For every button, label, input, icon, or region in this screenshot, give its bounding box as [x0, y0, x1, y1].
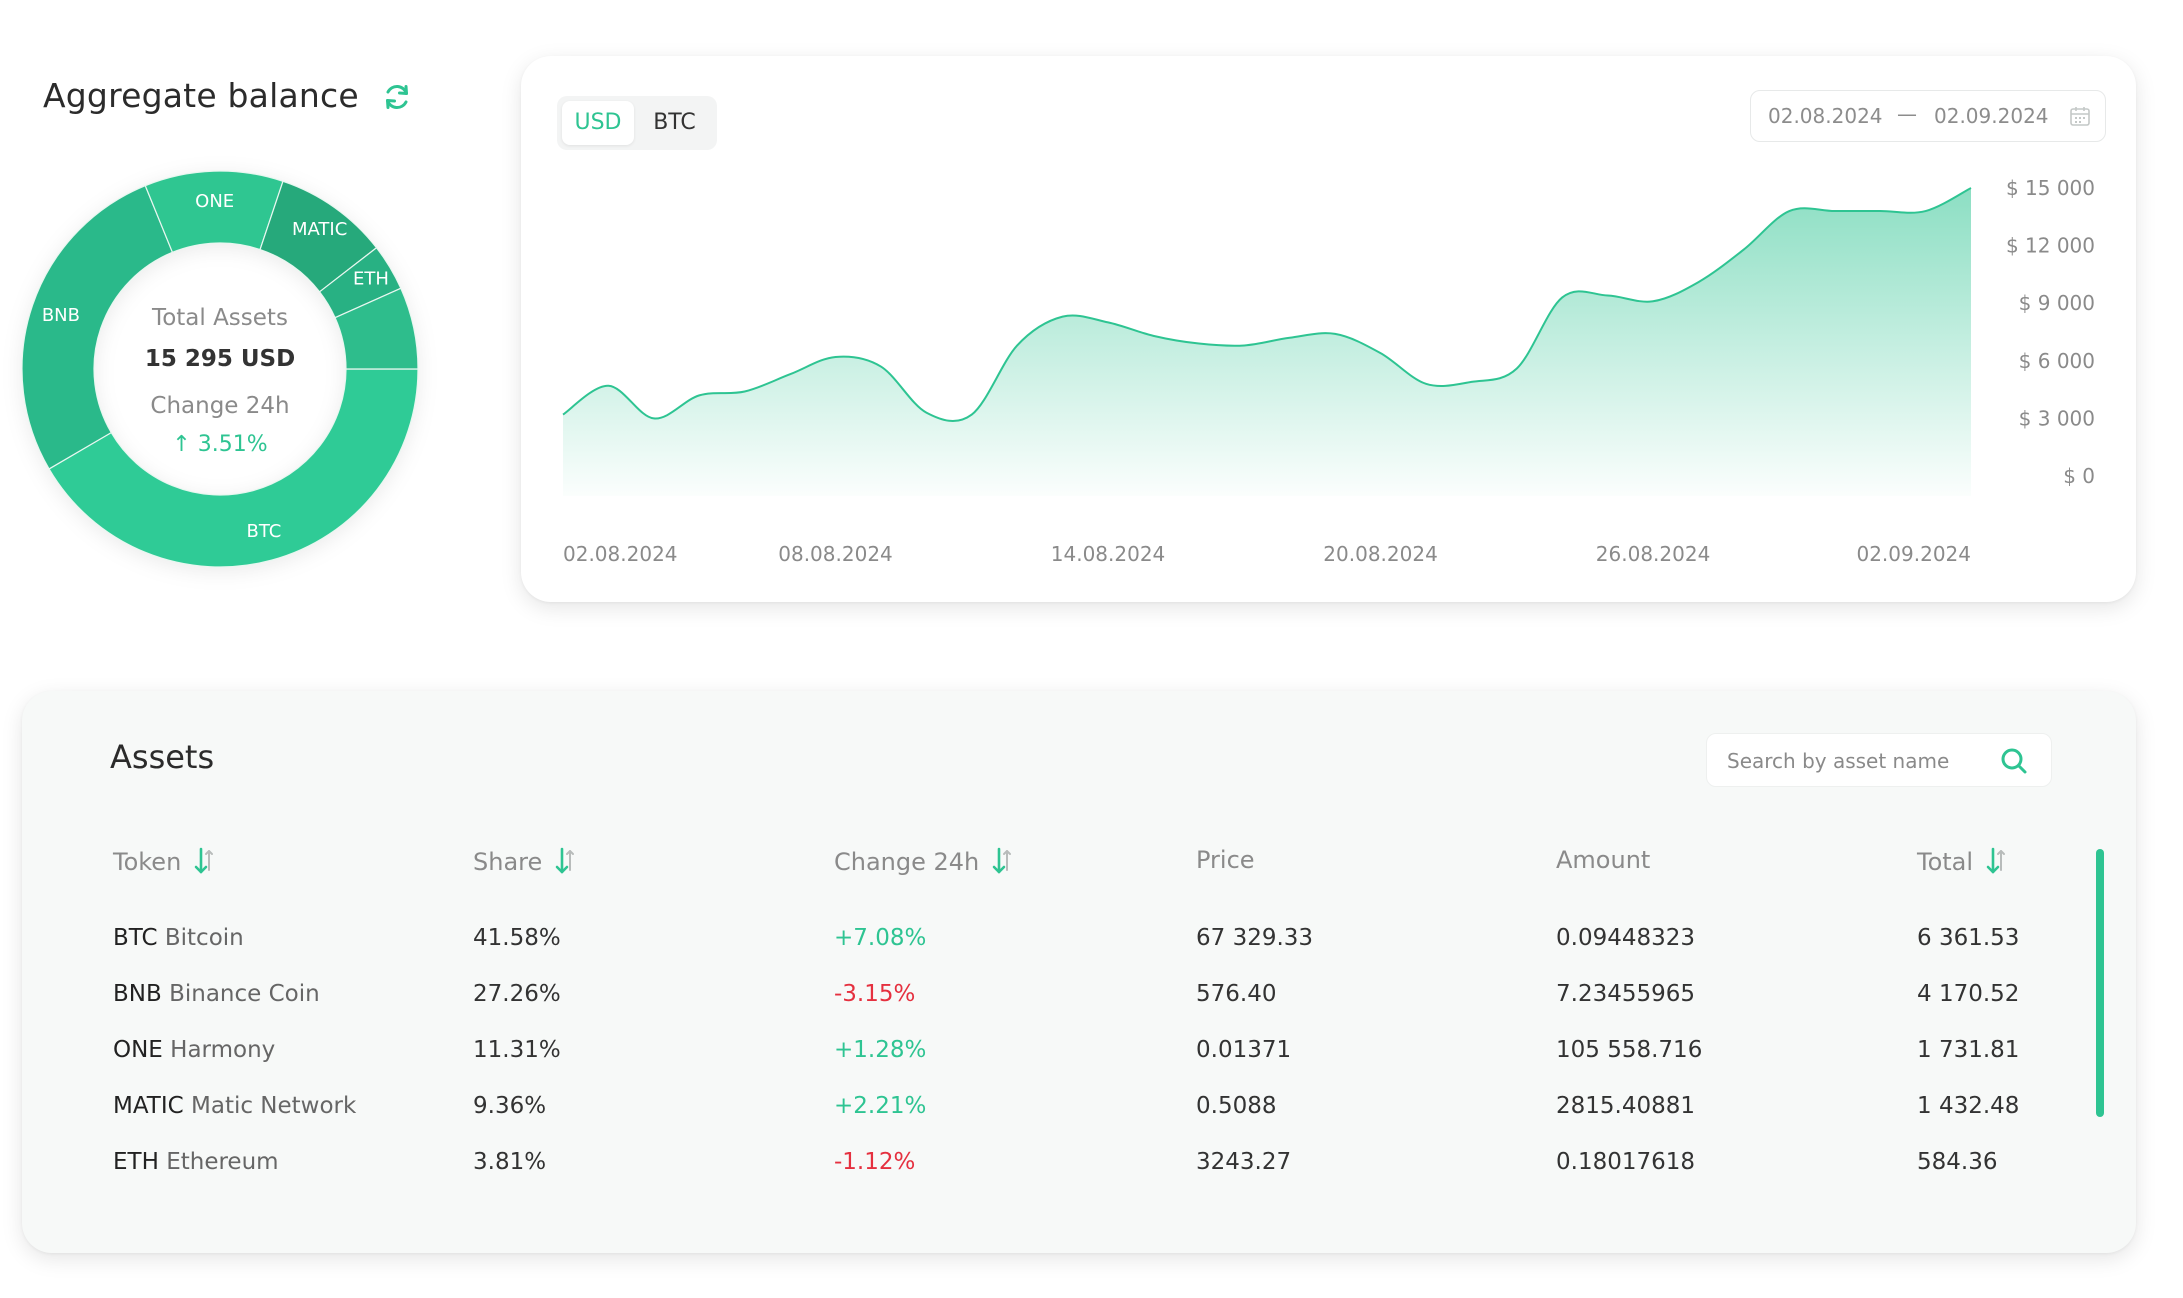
change-cell: +2.21% [834, 1093, 927, 1119]
token-cell: BTC Bitcoin [113, 925, 244, 951]
assets-card: Assets Token Share Change 24h Price Amou… [22, 691, 2136, 1253]
x-tick-label: 02.09.2024 [1856, 542, 1971, 566]
assets-title: Assets [110, 738, 215, 776]
header-token-label: Token [113, 848, 182, 876]
amount-cell: 0.18017618 [1556, 1149, 1696, 1175]
total-assets-label: Total Assets [152, 305, 288, 331]
y-tick-label: $ 15 000 [2006, 176, 2095, 200]
donut-center: Total Assets 15 295 USD Change 24h ↑ 3.5… [16, 165, 424, 573]
change-cell: -1.12% [834, 1149, 916, 1175]
y-tick-label: $ 9 000 [2019, 291, 2095, 315]
header-total[interactable]: Total [1917, 846, 2009, 876]
change-24h-value: ↑ 3.51% [172, 432, 268, 457]
share-cell: 11.31% [473, 1037, 561, 1063]
token-symbol: ONE [113, 1037, 163, 1063]
share-cell: 27.26% [473, 981, 561, 1007]
x-tick-label: 02.08.2024 [563, 542, 678, 566]
refresh-icon[interactable] [382, 82, 412, 112]
table-scrollbar[interactable] [2096, 849, 2104, 1117]
header-amount: Amount [1556, 846, 1650, 874]
token-cell: ONE Harmony [113, 1037, 275, 1063]
total-cell: 584.36 [1917, 1149, 1998, 1175]
token-name: Binance Coin [169, 981, 320, 1007]
sort-icon[interactable] [1985, 846, 2009, 876]
x-tick-label: 26.08.2024 [1596, 542, 1711, 566]
x-tick-label: 14.08.2024 [1051, 542, 1166, 566]
x-tick-label: 20.08.2024 [1323, 542, 1438, 566]
amount-cell: 2815.40881 [1556, 1093, 1696, 1119]
price-cell: 576.40 [1196, 981, 1277, 1007]
total-assets-value: 15 295 USD [144, 346, 296, 372]
amount-cell: 0.09448323 [1556, 925, 1696, 951]
token-symbol: MATIC [113, 1093, 184, 1119]
header-change-24h[interactable]: Change 24h [834, 846, 1015, 876]
date-from[interactable]: 02.08.2024 [1768, 104, 1883, 128]
currency-btc-button[interactable]: BTC [637, 101, 712, 145]
token-cell: MATIC Matic Network [113, 1093, 356, 1119]
price-cell: 0.01371 [1196, 1037, 1292, 1063]
date-separator: — [1897, 102, 1917, 126]
header-change-label: Change 24h [834, 848, 980, 876]
token-cell: ETH Ethereum [113, 1149, 279, 1175]
price-cell: 0.5088 [1196, 1093, 1277, 1119]
token-name: Harmony [170, 1037, 276, 1063]
token-cell: BNB Binance Coin [113, 981, 320, 1007]
sort-icon[interactable] [193, 846, 217, 876]
change-24h-label: Change 24h [150, 393, 290, 419]
y-tick-label: $ 6 000 [2019, 349, 2095, 373]
y-tick-label: $ 3 000 [2019, 406, 2095, 430]
y-tick-label: $ 0 [2063, 464, 2095, 488]
date-to[interactable]: 02.09.2024 [1934, 104, 2049, 128]
total-cell: 4 170.52 [1917, 981, 2020, 1007]
token-name: Bitcoin [164, 925, 244, 951]
change-cell: -3.15% [834, 981, 916, 1007]
header-price-label: Price [1196, 846, 1255, 874]
header-amount-label: Amount [1556, 846, 1651, 874]
price-cell: 67 329.33 [1196, 925, 1314, 951]
total-cell: 1 432.48 [1917, 1093, 2020, 1119]
header-share-label: Share [473, 848, 543, 876]
token-symbol: BTC [113, 925, 158, 951]
header-share[interactable]: Share [473, 846, 578, 876]
price-cell: 3243.27 [1196, 1149, 1292, 1175]
change-cell: +7.08% [834, 925, 927, 951]
amount-cell: 7.23455965 [1556, 981, 1696, 1007]
total-cell: 1 731.81 [1917, 1037, 2020, 1063]
sort-icon[interactable] [554, 846, 578, 876]
date-range-picker[interactable]: 02.08.2024 — 02.09.2024 [1750, 90, 2106, 142]
token-symbol: BNB [113, 981, 162, 1007]
share-cell: 3.81% [473, 1149, 547, 1175]
aggregate-balance-title: Aggregate balance [43, 76, 359, 115]
currency-toggle: USD BTC [557, 96, 717, 150]
balance-chart-card: $ 15 000 $ 12 000 $ 9 000 $ 6 000 $ 3 000 $ 0… [521, 56, 2136, 602]
y-tick-label: $ 12 000 [2006, 234, 2095, 258]
currency-usd-button[interactable]: USD [562, 101, 634, 145]
change-cell: +1.28% [834, 1037, 927, 1063]
token-name: Matic Network [191, 1093, 357, 1119]
asset-search-box[interactable] [1706, 733, 2052, 788]
calendar-icon[interactable] [2069, 105, 2091, 127]
asset-search-input[interactable] [1725, 734, 1999, 788]
token-symbol: ETH [113, 1149, 159, 1175]
amount-cell: 105 558.716 [1556, 1037, 1703, 1063]
header-price: Price [1196, 846, 1255, 874]
share-cell: 9.36% [473, 1093, 547, 1119]
allocation-donut-chart: BTC BNB ONE MATIC ETH Total Assets 15 295 US… [16, 165, 424, 573]
token-name: Ethereum [166, 1149, 279, 1175]
x-tick-label: 08.08.2024 [778, 542, 893, 566]
header-total-label: Total [1917, 848, 1974, 876]
search-icon[interactable] [1999, 746, 2029, 776]
aggregate-balance-panel: Aggregate balance BTC BNB ONE MATIC ETH Tota… [0, 0, 480, 600]
sort-icon[interactable] [991, 846, 1015, 876]
header-token[interactable]: Token [113, 846, 217, 876]
total-cell: 6 361.53 [1917, 925, 2020, 951]
share-cell: 41.58% [473, 925, 561, 951]
